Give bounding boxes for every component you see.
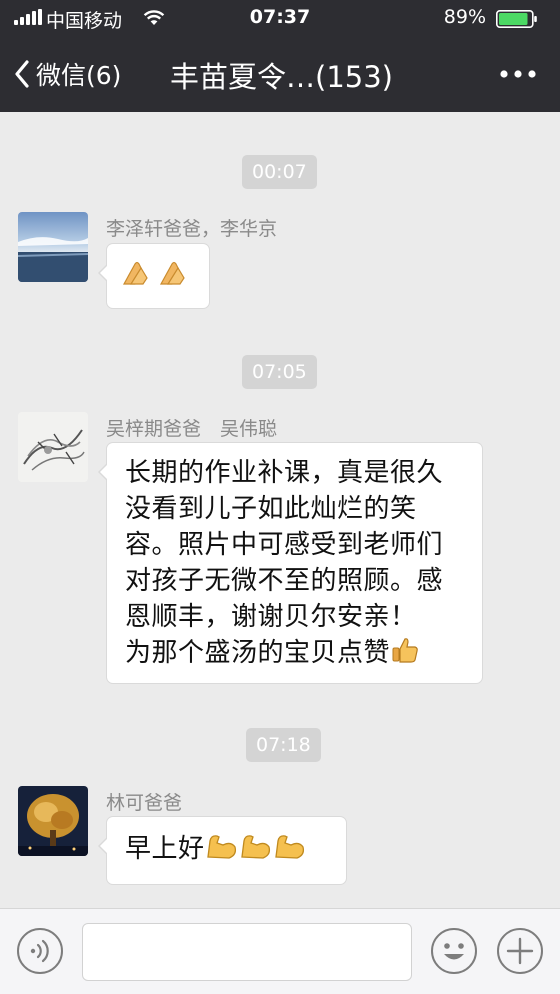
timestamp: 07:05	[242, 355, 317, 389]
flexed-biceps-emoji	[239, 831, 273, 871]
clapping-hands-emoji	[158, 256, 190, 292]
status-bar: 中国移动 07:37 89%	[0, 0, 560, 36]
emoji-button[interactable]	[430, 927, 478, 975]
plus-icon	[497, 928, 543, 974]
plus-button[interactable]	[496, 927, 544, 975]
sender-name: 吴梓期爸爸 吴伟聪	[106, 418, 278, 440]
back-chevron-icon	[15, 60, 29, 88]
flexed-biceps-emoji	[205, 831, 239, 871]
voice-icon	[17, 928, 63, 974]
nav-bar: 微信(6) 丰苗夏令…(153)	[0, 36, 560, 112]
flexed-biceps-emoji	[273, 831, 307, 871]
sender-name: 林可爸爸	[106, 792, 183, 814]
battery-icon	[496, 10, 538, 28]
message-input[interactable]	[82, 923, 412, 981]
message-bubble[interactable]	[98, 243, 210, 309]
avatar[interactable]	[18, 412, 88, 482]
voice-button[interactable]	[16, 927, 64, 975]
more-icon	[500, 70, 536, 78]
sender-name: 李泽轩爸爸，李华京	[106, 218, 278, 240]
more-button[interactable]	[498, 60, 538, 88]
timestamp: 00:07	[242, 155, 317, 189]
back-button[interactable]: 微信(6)	[14, 56, 121, 92]
avatar[interactable]	[18, 212, 88, 282]
battery-percent: 89%	[443, 6, 486, 28]
thumbs-up-emoji	[390, 635, 420, 675]
message-text: 长期的作业补课，真是很久 没看到儿子如此灿烂的笑 容。照片中可感受到老师们 对孩…	[125, 455, 468, 675]
input-bar	[0, 908, 560, 994]
avatar[interactable]	[18, 786, 88, 856]
emoji-face-icon	[431, 928, 477, 974]
top-bar: 中国移动 07:37 89% 微信(6) 丰苗夏令…(153)	[0, 0, 560, 112]
timestamp: 07:18	[246, 728, 321, 762]
message-bubble[interactable]: 早上好	[98, 816, 347, 885]
clapping-hands-emoji	[121, 256, 153, 292]
back-label: 微信(6)	[36, 61, 122, 90]
chat-title: 丰苗夏令…(153)	[170, 60, 393, 94]
message-bubble[interactable]: 长期的作业补课，真是很久 没看到儿子如此灿烂的笑 容。照片中可感受到老师们 对孩…	[98, 442, 483, 684]
message-text: 早上好	[125, 831, 332, 871]
